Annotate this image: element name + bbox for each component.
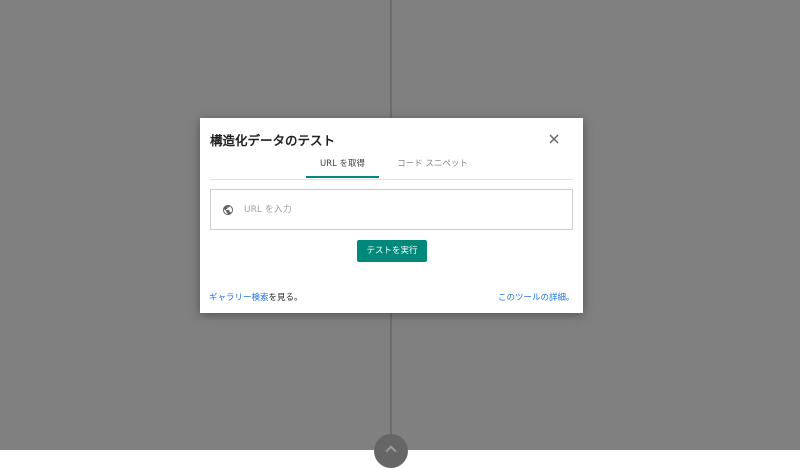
structured-data-test-dialog: 構造化データのテスト URL を取得 コード スニペット テストを実行 ギャラリ… [200,118,583,313]
url-field[interactable] [210,189,573,230]
close-icon [549,134,559,144]
tool-details-link[interactable]: このツールの詳細。 [498,291,575,303]
url-input[interactable] [244,200,554,220]
chevron-up-icon [385,445,397,457]
split-handle[interactable] [374,434,408,468]
dialog-title: 構造化データのテスト [210,133,336,148]
gallery-suffix-text: を見る。 [268,293,303,303]
tab-bar: URL を取得 コード スニペット [210,154,573,180]
close-button[interactable] [546,131,562,147]
globe-icon [223,205,233,215]
run-test-button[interactable]: テストを実行 [357,240,427,262]
gallery-footer-text: ギャラリー検索を見る。 [209,291,303,303]
gallery-search-link[interactable]: ギャラリー検索 [209,293,269,303]
tab-fetch-url[interactable]: URL を取得 [306,157,379,178]
tab-code-snippet[interactable]: コード スニペット [390,157,475,178]
